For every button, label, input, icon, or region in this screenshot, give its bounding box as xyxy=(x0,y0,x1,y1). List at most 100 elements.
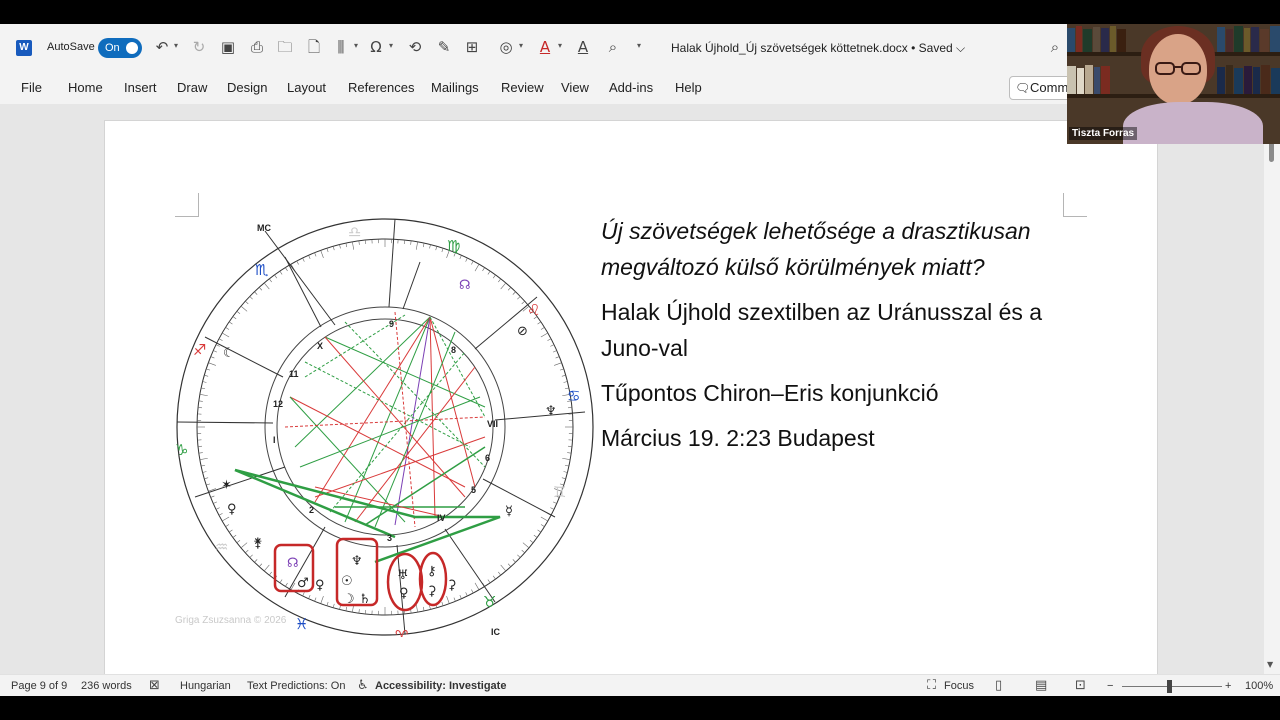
read-mode-icon[interactable]: ▯ xyxy=(995,678,1002,693)
degree-tick xyxy=(529,540,534,543)
tab-add-ins[interactable]: Add-ins xyxy=(609,80,653,95)
tab-review[interactable]: Review xyxy=(501,80,544,95)
tab-file[interactable]: File xyxy=(21,80,42,95)
degree-tick xyxy=(540,516,548,522)
degree-tick xyxy=(459,255,462,260)
degree-tick xyxy=(512,559,516,563)
degree-tick xyxy=(228,321,233,325)
degree-tick xyxy=(422,606,425,611)
house-3-label: 3 xyxy=(387,533,392,543)
degree-tick xyxy=(482,267,485,272)
cancer-icon: ♋ xyxy=(567,387,580,405)
degree-tick xyxy=(465,592,468,597)
proofing-icon[interactable]: ⊠ xyxy=(149,678,160,693)
font-color-icon[interactable]: A xyxy=(535,37,555,57)
degree-tick xyxy=(314,252,317,257)
web-layout-icon[interactable]: ⊡ xyxy=(1075,678,1086,693)
focus-icon[interactable]: ⛶ xyxy=(927,678,936,693)
redo-icon[interactable]: ↻ xyxy=(189,37,209,57)
degree-tick xyxy=(302,592,305,597)
libra-icon: ♎ xyxy=(348,223,361,241)
degree-tick xyxy=(500,564,507,572)
autosave-toggle[interactable]: On xyxy=(98,38,142,58)
degree-tick xyxy=(550,344,555,347)
astrology-chart[interactable]: ♍ ♎ ♏ ♐ ♑ ♒ ♓ ♈ ♉ ♊ ♋ ♌ ☊ ⊘ ♆ ☾ ✶ ♀ ⚵ ☊ … xyxy=(165,197,605,637)
find-icon[interactable]: ⌕ xyxy=(603,37,623,57)
zoom-slider-knob[interactable] xyxy=(1167,680,1172,693)
degree-tick xyxy=(410,240,412,245)
text-highlight-icon[interactable]: A xyxy=(573,37,593,57)
degree-tick xyxy=(279,579,283,584)
degree-tick xyxy=(198,400,203,402)
accessibility-status[interactable]: Accessibility: Investigate xyxy=(375,680,506,692)
degree-tick xyxy=(474,582,480,590)
table-icon[interactable]: ⊞ xyxy=(462,37,482,57)
tab-home[interactable]: Home xyxy=(68,80,103,95)
degree-tick xyxy=(552,501,557,504)
degree-tick xyxy=(326,601,329,606)
house-7-label: VII xyxy=(487,419,498,429)
zoom-level[interactable]: 100% xyxy=(1245,680,1273,692)
language-status[interactable]: Hungarian xyxy=(180,680,231,692)
undo-dropdown-icon[interactable]: ▾ xyxy=(174,41,178,50)
tab-mailings[interactable]: Mailings xyxy=(431,80,479,95)
symbol-dropdown-icon[interactable]: ▾ xyxy=(389,41,393,50)
open-folder-icon[interactable]: 🗀 xyxy=(275,37,295,57)
font-color-dropdown-icon[interactable]: ▾ xyxy=(558,41,562,50)
print-layout-icon[interactable]: ▤ xyxy=(1035,678,1047,693)
degree-tick xyxy=(537,321,542,325)
text-predictions-status[interactable]: Text Predictions: On xyxy=(247,680,345,692)
degree-tick xyxy=(202,381,207,383)
save-icon[interactable]: ▣ xyxy=(218,37,238,57)
degree-tick xyxy=(465,257,468,262)
degree-tick xyxy=(245,300,249,305)
focus-label[interactable]: Focus xyxy=(944,680,974,692)
document-title[interactable]: Halak Újhold_Új szövetségek köttetnek.do… xyxy=(671,41,965,56)
shapes-icon[interactable]: ◎ xyxy=(496,37,516,57)
columns-icon[interactable]: ⫼ xyxy=(331,37,351,57)
zoom-in-icon[interactable]: + xyxy=(1225,680,1231,692)
symbol-icon[interactable]: Ω xyxy=(366,37,386,57)
refresh-icon[interactable]: ⟲ xyxy=(405,37,425,57)
print-preview-icon[interactable]: ⎙ xyxy=(247,37,267,57)
chiron-icon: ⚷ xyxy=(427,564,437,579)
uranus-icon: ♅ xyxy=(397,568,409,583)
ic-label: IC xyxy=(491,627,501,637)
search-icon[interactable]: ⌕ xyxy=(1045,37,1065,57)
tab-layout[interactable]: Layout xyxy=(287,80,326,95)
document-text[interactable]: Új szövetségek lehetősége a drasztikusan… xyxy=(601,213,1071,456)
comment-icon: 🗨 xyxy=(1015,81,1031,95)
paragraph-date: Március 19. 2:23 Budapest xyxy=(601,425,875,451)
shapes-dropdown-icon[interactable]: ▾ xyxy=(519,41,523,50)
tab-help[interactable]: Help xyxy=(675,80,702,95)
word-count[interactable]: 236 words xyxy=(81,680,132,692)
zoom-out-icon[interactable]: − xyxy=(1107,680,1113,692)
tab-insert[interactable]: Insert xyxy=(124,80,157,95)
tab-design[interactable]: Design xyxy=(227,80,267,95)
taurus-icon: ♉ xyxy=(483,593,496,611)
node-icon: ☊ xyxy=(287,556,299,571)
customize-toolbar-icon[interactable]: ▾ xyxy=(637,41,641,50)
edit-icon[interactable]: ✎ xyxy=(434,37,454,57)
scroll-down-icon[interactable]: ▼ xyxy=(1267,660,1273,669)
toggle-knob xyxy=(126,42,138,54)
degree-tick xyxy=(563,381,568,383)
degree-tick xyxy=(533,534,538,538)
tab-references[interactable]: References xyxy=(348,80,414,95)
zoom-slider[interactable] xyxy=(1122,686,1222,687)
mars-icon: ♂ xyxy=(297,576,309,591)
new-document-icon[interactable]: 🗋 xyxy=(304,37,324,57)
undo-icon[interactable]: ↶ xyxy=(152,37,172,57)
degree-tick xyxy=(254,559,258,563)
degree-tick xyxy=(517,296,521,300)
page-count[interactable]: Page 9 of 9 xyxy=(11,680,67,692)
document-page[interactable]: ♍ ♎ ♏ ♐ ♑ ♒ ♓ ♈ ♉ ♊ ♋ ♌ ☊ ⊘ ♆ ☾ ✶ ♀ ⚵ ☊ … xyxy=(104,120,1158,680)
degree-tick xyxy=(547,338,552,341)
columns-dropdown-icon[interactable]: ▾ xyxy=(354,41,358,50)
degree-tick xyxy=(263,564,270,572)
tab-draw[interactable]: Draw xyxy=(177,80,207,95)
vertical-scrollbar[interactable]: ▲ ▼ xyxy=(1264,128,1280,674)
accessibility-icon[interactable]: ♿ xyxy=(357,678,369,693)
degree-tick xyxy=(540,332,548,338)
tab-view[interactable]: View xyxy=(561,80,589,95)
